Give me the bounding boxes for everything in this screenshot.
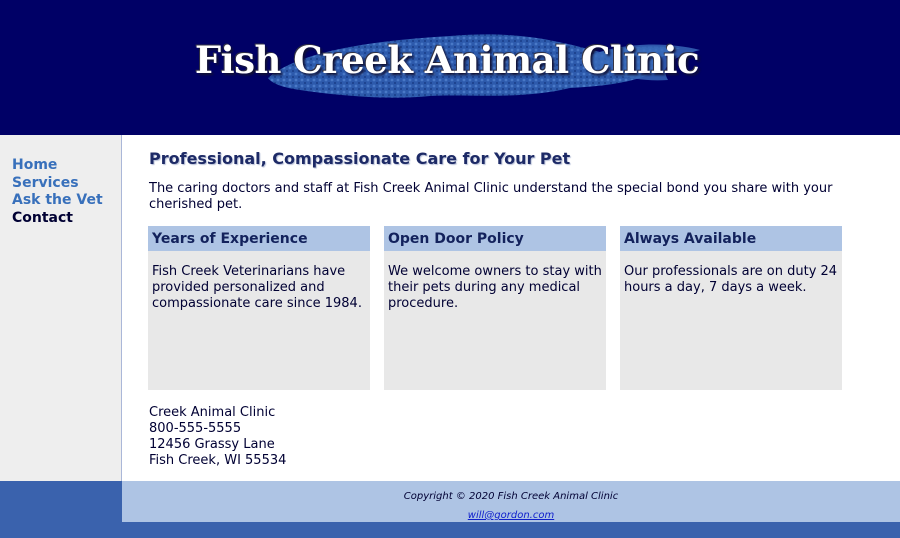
- feature-box-experience: Years of Experience Fish Creek Veterinar…: [148, 226, 370, 390]
- nav-link-services[interactable]: Services: [12, 175, 79, 191]
- contact-address: Creek Animal Clinic 800-555-5555 12456 G…: [149, 405, 286, 469]
- feature-box-text: We welcome owners to stay with their pet…: [388, 264, 602, 311]
- feature-box-title: Years of Experience: [148, 226, 370, 251]
- page-heading: Professional, Compassionate Care for You…: [149, 149, 571, 168]
- footer-email-link[interactable]: will@gordon.com: [468, 510, 554, 521]
- feature-box-open-door: Open Door Policy We welcome owners to st…: [384, 226, 606, 390]
- address-city: Fish Creek, WI 55534: [149, 453, 287, 468]
- copyright-text: Copyright © 2020 Fish Creek Animal Clini…: [403, 491, 619, 502]
- nav-link-home[interactable]: Home: [12, 157, 57, 173]
- main-content: Professional, Compassionate Care for You…: [122, 135, 900, 481]
- intro-text: The caring doctors and staff at Fish Cre…: [149, 181, 833, 212]
- site-footer: Copyright © 2020 Fish Creek Animal Clini…: [122, 481, 900, 522]
- feature-box-text: Fish Creek Veterinarians have provided p…: [152, 264, 362, 311]
- nav-item-ask-the-vet[interactable]: Ask the Vet: [12, 191, 121, 209]
- nav-list: Home Services Ask the Vet Contact: [0, 135, 121, 227]
- nav-link-ask-the-vet[interactable]: Ask the Vet: [12, 192, 103, 209]
- nav-item-home[interactable]: Home: [12, 156, 121, 174]
- address-name: Creek Animal Clinic: [149, 405, 276, 420]
- nav-item-contact[interactable]: Contact: [12, 209, 121, 227]
- nav-item-services[interactable]: Services: [12, 174, 121, 192]
- feature-box-title: Always Available: [620, 226, 842, 251]
- address-phone: 800-555-5555: [149, 421, 242, 436]
- site-title: Fish Creek Animal Clinic: [194, 38, 700, 82]
- nav-link-contact[interactable]: Contact: [12, 210, 73, 226]
- sidebar-nav: Home Services Ask the Vet Contact: [0, 135, 122, 481]
- feature-box-text: Our professionals are on duty 24 hours a…: [624, 264, 838, 295]
- feature-box-title: Open Door Policy: [384, 226, 606, 251]
- feature-box-always-available: Always Available Our professionals are o…: [620, 226, 842, 390]
- address-street: 12456 Grassy Lane: [149, 437, 275, 452]
- site-header: Fish Creek Animal Clinic: [0, 0, 900, 135]
